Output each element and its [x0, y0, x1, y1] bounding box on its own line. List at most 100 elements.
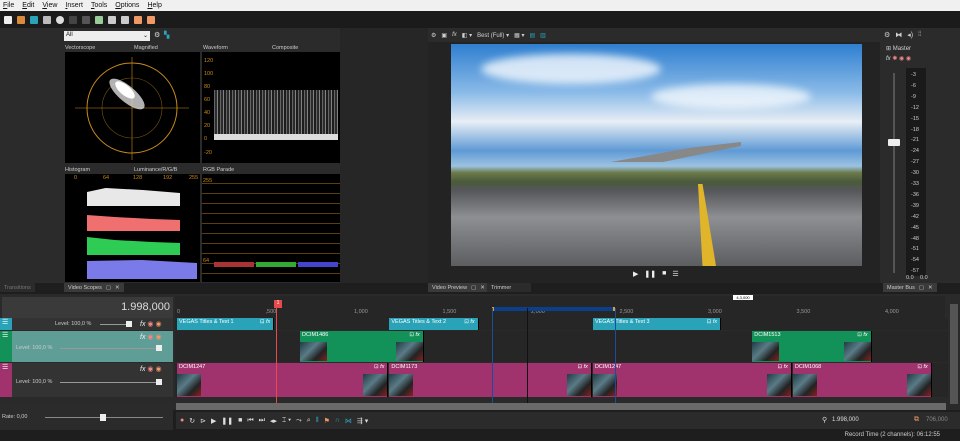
maximize-icon[interactable]: ▢ [471, 285, 476, 291]
track-menu-icon[interactable]: ☰ [0, 332, 8, 339]
maximize-icon[interactable]: ▢ [106, 285, 111, 291]
waveform-mode-dropdown[interactable]: Composite [272, 45, 298, 51]
scope-filter-select[interactable]: All ⌄ [64, 31, 150, 41]
track-header[interactable]: ☰ Level: 100,0 % fx ◉ ◉ [0, 363, 173, 397]
marker-flag[interactable]: 1 [274, 300, 282, 308]
redo-icon[interactable] [121, 15, 129, 24]
clip-fx-icon[interactable]: ⊡ fx [778, 364, 788, 370]
auto-crossfade-icon[interactable]: ⋈ [345, 417, 352, 425]
menu-view[interactable]: View [42, 2, 57, 9]
go-to-end-icon[interactable]: ⏭ [259, 417, 265, 425]
preview-quality-dropdown[interactable]: Best (Full) ▾ [477, 32, 509, 39]
split-screen-icon[interactable]: ◧ ▾ [462, 32, 472, 39]
playhead-cursor[interactable] [527, 308, 528, 408]
split-icon[interactable]: ⫴ [316, 417, 319, 425]
menu-help[interactable]: Help [147, 2, 161, 9]
go-to-start-icon[interactable]: ⏮ [247, 417, 253, 425]
downmix-icon[interactable]: ⧓ [895, 31, 902, 39]
overlays-icon[interactable]: ▦ ▾ [514, 32, 524, 39]
track-level-handle[interactable] [156, 345, 162, 351]
track-lane[interactable] [175, 318, 948, 330]
menu-file[interactable]: File [3, 2, 14, 9]
zoom-tool-icon[interactable]: ⌕ [307, 417, 311, 425]
play-icon[interactable]: ▶ [211, 417, 216, 425]
menu-options[interactable]: Options [115, 2, 139, 9]
cursor-time[interactable]: 1.998,000 [832, 417, 859, 423]
clip-fx-icon[interactable]: ⊡ fx [707, 319, 717, 325]
timeline-clip[interactable]: VEGAS Titles & Text 2 ⊡ fx [389, 318, 479, 330]
gear-icon[interactable] [56, 15, 64, 24]
timeline-clip[interactable]: DCIM1247 ⊡ fx [592, 363, 792, 397]
timeline-clip[interactable]: DCIM1068 ⊡ fx [792, 363, 932, 397]
copy-snapshot-icon[interactable]: ▤ [529, 32, 535, 39]
fx-icon[interactable]: fx [886, 56, 891, 62]
clip-fx-icon[interactable]: ⊡ fx [464, 319, 474, 325]
track-fx-icons[interactable]: fx ◉ ◉ [140, 333, 162, 341]
gear-icon[interactable]: ⚙ [154, 31, 160, 39]
clip-fx-icon[interactable]: ⊡ fx [578, 364, 588, 370]
vertical-scrollbar[interactable] [950, 304, 958, 404]
horizontal-scrollbar[interactable] [176, 403, 946, 410]
master-fader-handle[interactable] [888, 139, 900, 146]
tab-master-bus[interactable]: Master Bus ▢ ✕ [883, 283, 937, 292]
tab-video-scopes[interactable]: Video Scopes ▢ ✕ [64, 283, 124, 292]
clip-fx-icon[interactable]: ⊡ fx [260, 319, 270, 325]
save-icon[interactable] [30, 15, 38, 24]
track-menu-icon[interactable]: ☰ [0, 364, 8, 371]
timeline-clip[interactable]: DCIM1247 ⊡ fx [177, 363, 389, 397]
paste-icon[interactable] [95, 15, 103, 24]
timeline-clip[interactable]: DCIM1486 ⊡ fx [300, 331, 424, 362]
histogram-mode-dropdown[interactable]: Luminance/R/G/B [134, 167, 177, 173]
tab-transitions[interactable]: Transitions [0, 283, 35, 292]
track-level-slider[interactable] [60, 381, 160, 383]
maximize-icon[interactable]: ▢ [919, 285, 924, 291]
fx-icon[interactable]: fx [452, 32, 457, 38]
timeline-clip[interactable]: VEGAS Titles & Text 3 ⊡ fx [592, 318, 722, 330]
stop-icon[interactable]: ■ [238, 417, 242, 424]
copy-icon[interactable] [82, 15, 90, 24]
menu-tools[interactable]: Tools [91, 2, 107, 9]
menu-insert[interactable]: Insert [65, 2, 83, 9]
timeline-clip[interactable]: DCIM1173 ⊡ fx [389, 363, 592, 397]
menu-edit[interactable]: Edit [22, 2, 34, 9]
pause-icon[interactable]: ❚❚ [644, 270, 656, 278]
edit-tool-icon[interactable]: ⌶ ▾ [282, 417, 291, 425]
tab-video-preview[interactable]: Video Preview ▢ ✕ [428, 283, 489, 292]
track-fx-icons[interactable]: fx ◉ ◉ [140, 320, 162, 328]
close-icon[interactable]: ✕ [928, 285, 933, 291]
snapping-icon[interactable]: ∩ [335, 417, 340, 424]
track-level-handle[interactable] [156, 378, 162, 385]
undo-icon[interactable] [108, 15, 116, 24]
menu-icon[interactable]: ☰ [672, 270, 678, 278]
timeline-clip[interactable]: DCIM1513 ⊡ fx [752, 331, 872, 362]
clip-fx-icon[interactable]: ⊡ fx [857, 332, 867, 338]
pause-icon[interactable]: ❚❚ [221, 417, 233, 425]
close-icon[interactable]: ✕ [480, 285, 485, 291]
close-icon[interactable]: ✕ [115, 285, 120, 291]
clip-fx-icon[interactable]: ⊡ fx [374, 364, 384, 370]
tab-trimmer[interactable]: Trimmer [487, 283, 531, 292]
play-icon[interactable]: ▶ [633, 270, 638, 278]
envelope-tool-icon[interactable]: ⤳ [296, 417, 302, 425]
open-icon[interactable] [17, 15, 25, 24]
track-header[interactable]: ☰ Level: 100,0 % fx ◉ ◉ [0, 318, 173, 330]
track-header[interactable]: ☰ Level: 100,0 % fx ◉ ◉ [0, 331, 173, 362]
prev-frame-icon[interactable]: ◂▸ [270, 417, 277, 425]
rate-slider-handle[interactable] [100, 414, 106, 421]
loop-region-bar[interactable] [492, 307, 615, 311]
marker-icon[interactable]: ⚑ [324, 417, 330, 425]
speaker-icon[interactable]: ◂) [907, 31, 913, 39]
cut-icon[interactable] [69, 15, 77, 24]
vectorscope-mode-dropdown[interactable]: Magnified [134, 45, 158, 51]
snap-icon[interactable] [134, 15, 142, 24]
record-icon[interactable]: ● [180, 417, 184, 424]
track-menu-icon[interactable]: ☰ [0, 319, 8, 326]
expand-icon[interactable]: ⊞ [886, 46, 891, 52]
track-level-handle[interactable] [126, 321, 132, 327]
gear-icon[interactable]: ⚙ [884, 31, 890, 39]
timeline-clip[interactable]: VEGAS Titles & Text 1 ⊡ fx [177, 318, 275, 330]
stop-icon[interactable]: ■ [662, 270, 666, 278]
track-fx-icons[interactable]: fx ◉ ◉ [140, 365, 162, 373]
auto-ripple-icon[interactable] [147, 15, 155, 24]
gear-icon[interactable]: ⚙ [431, 32, 436, 39]
